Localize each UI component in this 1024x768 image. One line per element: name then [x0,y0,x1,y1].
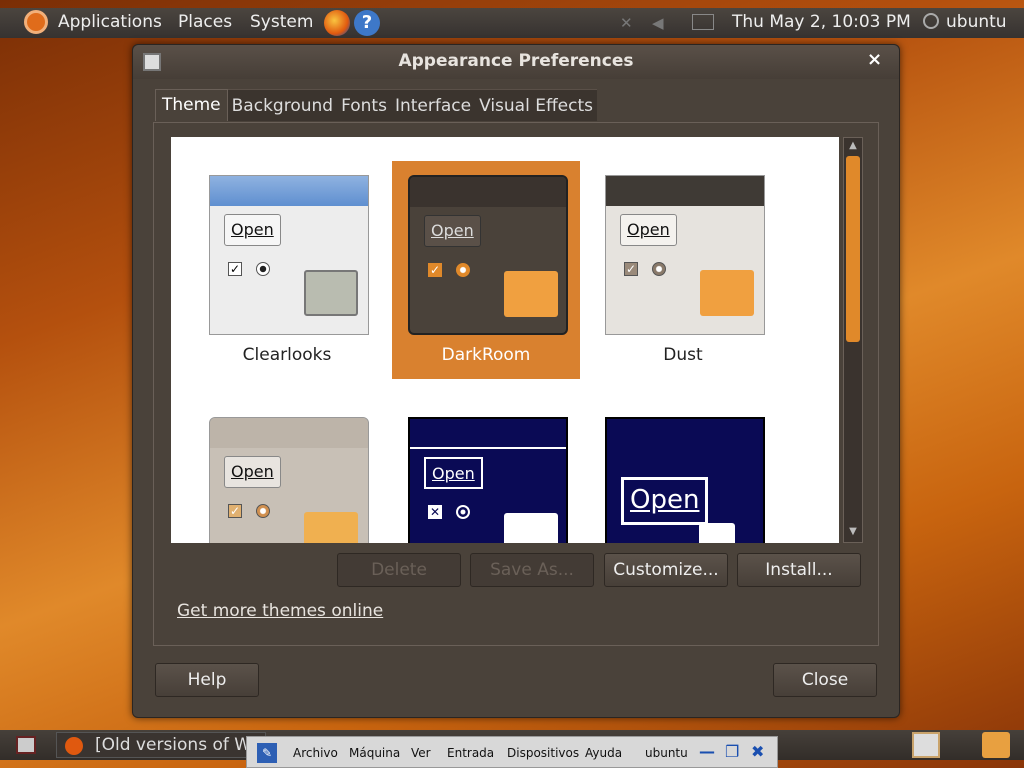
pin-icon[interactable]: ✎ [257,743,277,763]
folder-icon [700,270,754,316]
theme-name: Dust [663,345,703,365]
vbox-menu-ver[interactable]: Ver [411,746,431,760]
folder-icon [504,271,558,317]
scroll-thumb[interactable] [846,156,860,342]
preview-titlebar [607,419,763,459]
menu-places[interactable]: Places [178,12,232,32]
preview-titlebar [410,177,566,207]
delete-button[interactable]: Delete [337,553,461,587]
radio-icon [652,262,666,276]
theme-item[interactable]: Open [589,403,777,543]
theme-preview: Open ✓ [408,175,568,335]
tab-visual-effects[interactable]: Visual Effects [475,89,597,121]
folder-icon [504,513,558,543]
top-panel: Applications Places System ? ✕ ◀ Thu May… [0,8,1024,38]
preview-open-button: Open [620,214,677,246]
appearance-preferences-window: Appearance Preferences × Theme Backgroun… [132,44,900,718]
tab-bar: Theme Background Fonts Interface Visual … [155,89,597,123]
theme-name: DarkRoom [441,345,531,365]
save-as-button[interactable]: Save As... [470,553,594,587]
desktop: Applications Places System ? ✕ ◀ Thu May… [0,0,1024,768]
titlebar[interactable]: Appearance Preferences × [133,45,899,79]
preview-titlebar [410,419,566,449]
theme-list-scrollbar[interactable]: ▲ ▼ [843,137,863,543]
power-icon[interactable] [923,13,939,29]
checkbox-icon: ✓ [228,262,242,276]
preview-titlebar [210,418,368,448]
tab-interface[interactable]: Interface [390,89,476,121]
theme-item[interactable]: Open ✕ [392,403,580,543]
customize-button[interactable]: Customize... [604,553,728,587]
vbox-menu-entrada[interactable]: Entrada [447,746,494,760]
theme-preview: Open ✕ [408,417,568,543]
radio-icon [456,263,470,277]
theme-dust[interactable]: Open ✓ Dust [589,161,777,379]
radio-icon [456,505,470,519]
radio-icon [256,504,270,518]
vbox-vm-name: ubuntu [645,746,688,760]
vbox-menu-ayuda[interactable]: Ayuda [585,746,622,760]
close-icon[interactable]: × [867,49,882,70]
appearance-tray-icon[interactable] [912,732,940,758]
virtualbox-toolbar: ✎ Archivo Máquina Ver Entrada Dispositiv… [246,736,778,768]
folder-icon [699,523,735,543]
taskbar-item-label: [Old versions of Wi [95,735,256,755]
vbox-menu-dispositivos[interactable]: Dispositivos [507,746,579,760]
tab-background[interactable]: Background [227,89,338,121]
theme-list[interactable]: Open ✓ Clearlooks Open ✓ DarkRoom Open ✓… [171,137,839,543]
preview-open-button: Open [424,457,483,489]
minimize-icon[interactable]: — [699,742,715,761]
firefox-icon [65,737,83,755]
vbox-menu-maquina[interactable]: Máquina [349,746,400,760]
show-desktop-icon[interactable] [16,736,36,754]
theme-darkroom[interactable]: Open ✓ DarkRoom [392,161,580,379]
install-button[interactable]: Install... [737,553,861,587]
preview-open-button: Open [424,215,481,247]
tab-theme[interactable]: Theme [155,89,228,121]
preview-titlebar [606,176,764,206]
radio-icon [256,262,270,276]
more-themes-link[interactable]: Get more themes online [177,601,383,621]
mail-icon[interactable] [692,14,714,30]
folder-icon [304,512,358,543]
close-button[interactable]: Close [773,663,877,697]
taskbar-item-firefox[interactable]: [Old versions of Wi [56,732,266,758]
theme-item[interactable]: Open ✓ [193,403,381,543]
folder-icon [304,270,358,316]
theme-preview: Open ✓ [209,175,369,335]
user-label[interactable]: ubuntu [946,12,1007,32]
theme-clearlooks[interactable]: Open ✓ Clearlooks [193,161,381,379]
window-title: Appearance Preferences [398,51,634,71]
checkbox-icon: ✕ [428,505,442,519]
menu-system[interactable]: System [250,12,313,32]
scroll-down-icon[interactable]: ▼ [846,526,860,540]
ubuntu-logo-icon[interactable] [24,10,48,34]
scroll-up-icon[interactable]: ▲ [846,140,860,154]
checkbox-icon: ✓ [428,263,442,277]
preview-open-button: Open [224,214,281,246]
preview-open-button: Open [224,456,281,488]
preview-open-button: Open [621,477,709,525]
tab-fonts[interactable]: Fonts [337,89,391,121]
restore-icon[interactable]: ❐ [725,742,739,761]
theme-preview: Open ✓ [605,175,765,335]
help-icon[interactable]: ? [354,10,380,36]
checkbox-icon: ✓ [228,504,242,518]
preview-titlebar [210,176,368,206]
network-icon[interactable]: ✕ [620,14,640,32]
menu-applications[interactable]: Applications [58,12,162,32]
close-icon[interactable]: ✖ [751,742,764,761]
clock[interactable]: Thu May 2, 10:03 PM [732,12,911,32]
firefox-icon[interactable] [324,10,350,36]
theme-preview: Open ✓ [209,417,369,543]
theme-preview: Open [605,417,765,543]
theme-name: Clearlooks [242,345,332,365]
volume-icon[interactable]: ◀ [652,14,664,32]
vbox-menu-archivo[interactable]: Archivo [293,746,338,760]
help-button[interactable]: Help [155,663,259,697]
checkbox-icon: ✓ [624,262,638,276]
trash-icon[interactable] [982,732,1010,758]
